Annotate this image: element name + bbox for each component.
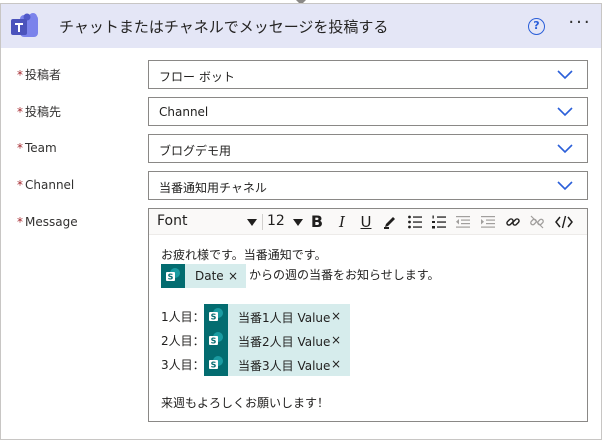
svg-text:S: S	[211, 313, 217, 322]
chevron-down-icon	[557, 181, 573, 191]
required-mark: *	[17, 215, 23, 229]
editor-toolbar: Font 12 B I U	[149, 209, 587, 235]
post-in-label: * 投稿先	[17, 105, 62, 119]
increase-indent-button[interactable]	[478, 212, 498, 232]
message-editor[interactable]: Font 12 B I U お疲れ様です。当番通知です。 S Date × から…	[148, 208, 588, 422]
outdent-icon	[456, 216, 470, 228]
chevron-down-icon	[557, 107, 573, 117]
help-icon[interactable]: ?	[528, 18, 545, 35]
required-mark: *	[17, 68, 23, 82]
underline-button[interactable]: U	[356, 212, 376, 232]
message-closing: 来週もよろしくお願いします！	[161, 396, 330, 410]
more-options-icon[interactable]: ···	[567, 12, 593, 38]
close-icon[interactable]: ×	[331, 309, 341, 323]
close-icon[interactable]: ×	[331, 357, 341, 371]
required-mark: *	[17, 141, 23, 155]
channel-dropdown[interactable]: 当番通知用チャネル	[148, 171, 588, 200]
token-label: 当番3人目 Value	[238, 359, 331, 373]
bold-button[interactable]: B	[307, 212, 327, 232]
unlink-icon	[530, 215, 544, 229]
row-2-label: 2人目：	[161, 334, 205, 348]
link-icon	[506, 218, 520, 226]
poster-dropdown[interactable]: フロー ボット	[148, 60, 588, 89]
team-dropdown[interactable]: ブログデモ用	[148, 134, 588, 163]
team-value: ブログデモ用	[159, 144, 232, 158]
svg-text:S: S	[211, 361, 217, 370]
insert-link-button[interactable]	[503, 212, 523, 232]
close-icon[interactable]: ×	[331, 333, 341, 347]
numbered-list-icon	[432, 215, 446, 229]
svg-text:S: S	[168, 273, 174, 282]
numbered-list-button[interactable]	[429, 212, 449, 232]
channel-value: 当番通知用チャネル	[159, 181, 267, 195]
row-3-label: 3人目：	[161, 358, 205, 372]
dynamic-content-token-duty1[interactable]: S 当番1人目 Value ×	[204, 304, 350, 328]
post-in-dropdown[interactable]: Channel	[148, 97, 588, 126]
token-label: 当番2人目 Value	[238, 335, 331, 349]
decrease-indent-button[interactable]	[453, 212, 473, 232]
remove-link-button[interactable]	[527, 212, 547, 232]
chevron-down-icon	[557, 144, 573, 154]
sharepoint-icon: S	[204, 352, 228, 376]
sharepoint-icon: S	[204, 328, 228, 352]
indent-icon	[481, 216, 495, 228]
bullet-list-icon	[408, 215, 422, 229]
poster-value: フロー ボット	[159, 70, 235, 84]
svg-text:S: S	[211, 337, 217, 346]
highlight-button[interactable]	[380, 212, 400, 232]
channel-label: * Channel	[17, 178, 75, 192]
pen-icon	[384, 217, 395, 229]
action-card: チャットまたはチャネルでメッセージを投稿する ? ··· * 投稿者 フロー ボッ…	[0, 3, 602, 440]
bullet-list-button[interactable]	[405, 212, 425, 232]
required-mark: *	[17, 105, 23, 119]
message-line-2-suffix: からの週の当番をお知らせします。	[249, 268, 440, 282]
font-family-select[interactable]: Font	[157, 213, 259, 231]
row-1-label: 1人目：	[161, 310, 205, 324]
token-label: 当番1人目 Value	[238, 311, 331, 325]
required-mark: *	[17, 178, 23, 192]
code-view-button[interactable]	[553, 212, 573, 232]
dynamic-content-token-duty2[interactable]: S 当番2人目 Value ×	[204, 328, 350, 352]
dynamic-content-token-date[interactable]: S Date ×	[161, 264, 246, 288]
post-in-value: Channel	[159, 105, 209, 119]
code-icon	[555, 215, 573, 229]
close-icon[interactable]: ×	[228, 269, 238, 283]
team-label: * Team	[17, 141, 57, 155]
card-title: チャットまたはチャネルでメッセージを投稿する	[59, 18, 389, 36]
teams-logo-icon	[11, 13, 38, 37]
poster-label: * 投稿者	[17, 68, 62, 82]
card-header[interactable]: チャットまたはチャネルでメッセージを投稿する ? ···	[1, 4, 601, 48]
caret-down-icon	[247, 219, 257, 226]
caret-down-icon	[293, 219, 303, 226]
italic-button[interactable]: I	[332, 212, 352, 232]
font-size-select[interactable]: 12	[267, 213, 303, 231]
sharepoint-icon: S	[204, 304, 228, 328]
message-line-1: お疲れ様です。当番通知です。	[161, 248, 327, 262]
token-label: Date	[195, 269, 224, 283]
message-label: * Message	[17, 215, 78, 229]
toolbar-divider	[262, 214, 263, 230]
chevron-down-icon	[557, 70, 573, 80]
dynamic-content-token-duty3[interactable]: S 当番3人目 Value ×	[204, 352, 350, 376]
sharepoint-icon: S	[161, 264, 185, 288]
